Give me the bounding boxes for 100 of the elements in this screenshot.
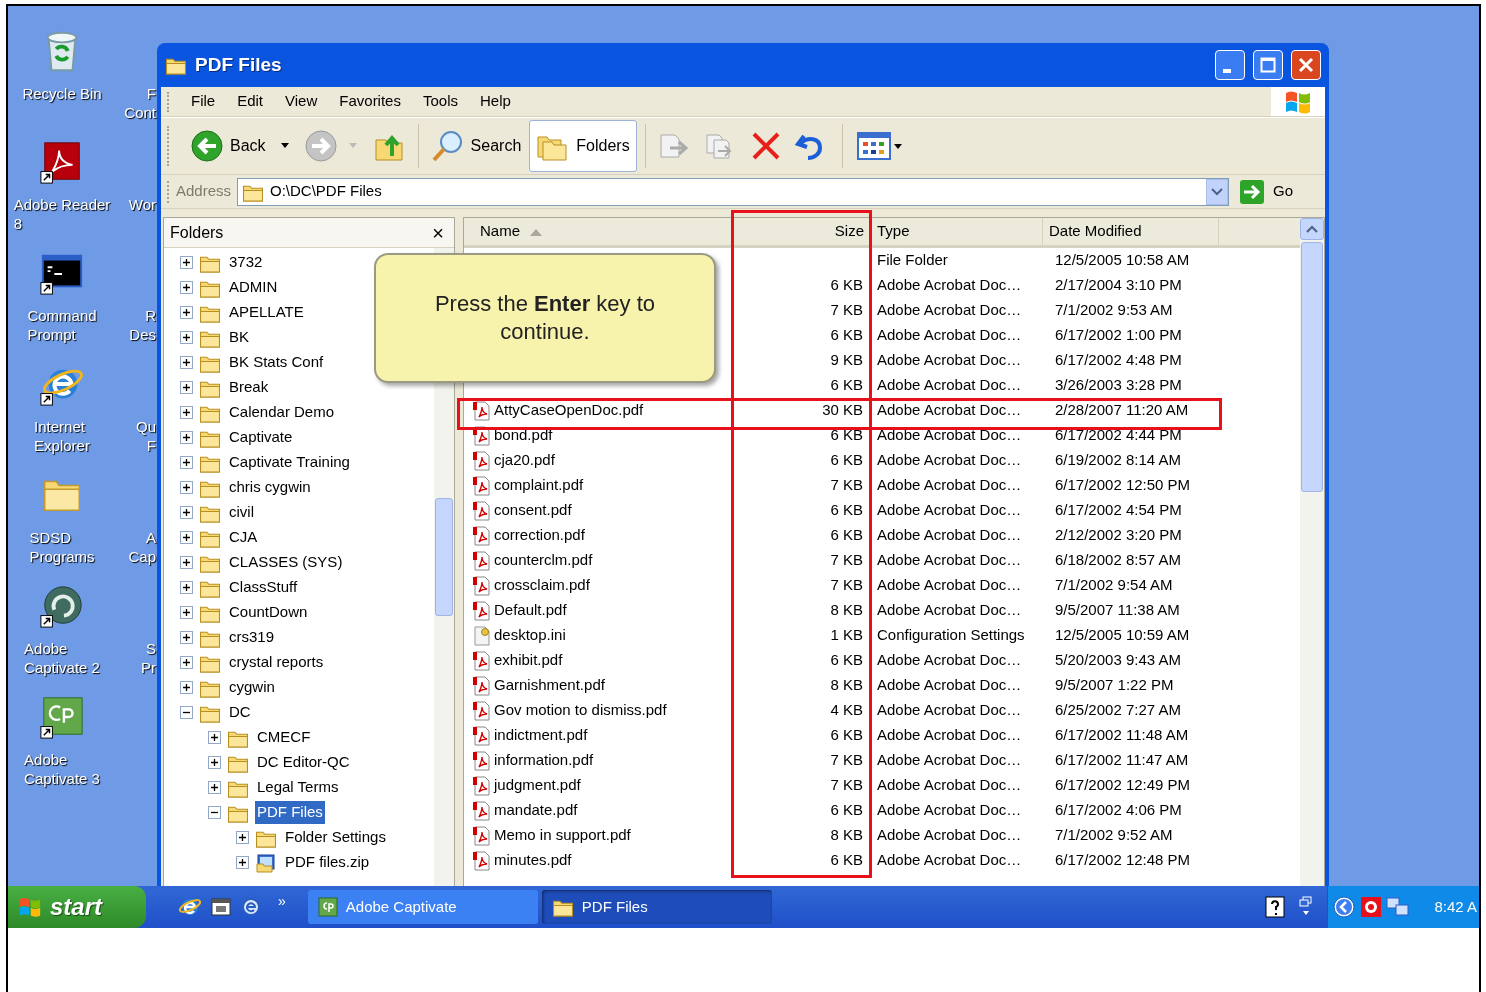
file-name[interactable]: Default.pdf xyxy=(494,599,567,622)
file-name[interactable]: AttyCaseOpenDoc.pdf xyxy=(494,399,644,422)
expand-icon[interactable] xyxy=(208,781,221,794)
file-name[interactable]: Memo in support.pdf xyxy=(494,824,631,847)
tree-item[interactable]: Calendar Demo xyxy=(227,401,337,424)
tree-item[interactable]: CMECF xyxy=(255,726,313,749)
file-name[interactable]: counterclm.pdf xyxy=(494,549,593,572)
expand-icon[interactable] xyxy=(180,456,193,469)
file-name[interactable]: mandate.pdf xyxy=(494,799,578,822)
menu-item[interactable]: View xyxy=(274,90,329,113)
file-name[interactable]: cja20.pdf xyxy=(494,449,555,472)
expand-icon[interactable] xyxy=(180,531,193,544)
close-pane-button[interactable]: × xyxy=(432,222,444,243)
expand-icon[interactable] xyxy=(180,306,193,319)
expand-icon[interactable] xyxy=(180,431,193,444)
tree-item[interactable]: cygwin xyxy=(227,676,277,699)
menu-item[interactable]: File xyxy=(180,90,227,113)
expand-icon[interactable] xyxy=(180,506,193,519)
swirl-icon[interactable] xyxy=(39,583,85,629)
help-icon[interactable] xyxy=(1265,896,1286,918)
network-icon[interactable] xyxy=(1386,896,1411,918)
tree-item[interactable]: crystal reports xyxy=(227,651,326,674)
quick-launch-button[interactable] xyxy=(210,896,232,918)
menu-item[interactable]: Tools xyxy=(411,90,469,113)
start-button[interactable]: start xyxy=(8,886,146,928)
scrollbar-thumb[interactable] xyxy=(435,498,453,616)
cp-icon[interactable] xyxy=(39,694,85,740)
address-field[interactable]: O:\DC\PDF Files xyxy=(237,177,1229,206)
column-header[interactable]: Date Modified xyxy=(1043,218,1219,245)
taskbar-button[interactable]: PDF Files xyxy=(541,890,772,924)
expand-icon[interactable] xyxy=(180,631,193,644)
tree-item[interactable]: CJA xyxy=(227,526,260,549)
folders-button[interactable]: Folders xyxy=(529,120,637,172)
file-name[interactable]: bond.pdf xyxy=(494,424,553,447)
tree-item[interactable]: APELLATE xyxy=(227,301,306,324)
close-button[interactable] xyxy=(1291,50,1321,80)
expand-icon[interactable] xyxy=(180,481,193,494)
column-header[interactable]: Name xyxy=(464,218,732,245)
back-button[interactable]: Back xyxy=(188,124,292,168)
more-button[interactable]: » xyxy=(278,890,286,912)
record-icon[interactable] xyxy=(1360,896,1383,918)
file-name[interactable]: Garnishment.pdf xyxy=(494,674,605,697)
expand-icon[interactable] xyxy=(180,331,193,344)
file-name[interactable]: judgment.pdf xyxy=(494,774,581,797)
expand-icon[interactable] xyxy=(208,731,221,744)
go-button[interactable]: Go xyxy=(1237,178,1319,205)
expand-icon[interactable] xyxy=(180,581,193,594)
expand-icon[interactable] xyxy=(180,406,193,419)
menu-item[interactable]: Favorites xyxy=(328,90,412,113)
file-name[interactable]: complaint.pdf xyxy=(494,474,584,497)
tree-item[interactable]: PDF files.zip xyxy=(283,851,372,874)
tree-item[interactable]: Captivate xyxy=(227,426,295,449)
collapse-icon[interactable] xyxy=(208,806,221,819)
file-name[interactable]: exhibit.pdf xyxy=(494,649,563,672)
expand-icon[interactable] xyxy=(180,606,193,619)
maximize-button[interactable] xyxy=(1253,50,1283,80)
scrollbar[interactable] xyxy=(1300,218,1324,886)
tree-item[interactable]: Legal Terms xyxy=(255,776,341,799)
taskbar-button[interactable]: Adobe Captivate xyxy=(307,890,538,924)
tree-item[interactable]: Folder Settings xyxy=(283,826,388,849)
column-header[interactable]: Type xyxy=(871,218,1043,245)
tree-item[interactable]: BK xyxy=(227,326,251,349)
tree-item[interactable]: Break xyxy=(227,376,271,399)
expand-icon[interactable] xyxy=(208,756,221,769)
scrollbar-thumb[interactable] xyxy=(1301,242,1323,492)
chevron-left-icon[interactable] xyxy=(1332,895,1357,919)
tree-item[interactable]: ADMIN xyxy=(227,276,280,299)
expand-icon[interactable] xyxy=(236,856,249,869)
dropdown-button[interactable] xyxy=(1206,178,1228,205)
tree-item[interactable]: CLASSES (SYS) xyxy=(227,551,345,574)
tree-item[interactable]: civil xyxy=(227,501,256,524)
expand-icon[interactable] xyxy=(236,831,249,844)
file-name[interactable]: consent.pdf xyxy=(494,499,572,522)
tree-item[interactable]: DC Editor-QC xyxy=(255,751,352,774)
tree-item[interactable]: 3732 xyxy=(227,251,265,274)
file-name[interactable]: crossclaim.pdf xyxy=(494,574,590,597)
expand-icon[interactable] xyxy=(180,681,193,694)
expand-icon[interactable] xyxy=(180,556,193,569)
file-name[interactable]: Gov motion to dismiss.pdf xyxy=(494,699,667,722)
file-name[interactable]: correction.pdf xyxy=(494,524,585,547)
tree-item[interactable]: chris cygwin xyxy=(227,476,313,499)
scroll-up-button[interactable] xyxy=(1300,218,1324,240)
tree-item[interactable]: BK Stats Conf xyxy=(227,351,326,374)
tree-item[interactable]: Captivate Training xyxy=(227,451,352,474)
expand-icon[interactable] xyxy=(180,656,193,669)
collapse-icon[interactable] xyxy=(180,706,193,719)
menu-item[interactable]: Help xyxy=(469,90,522,113)
file-name[interactable]: indictment.pdf xyxy=(494,724,588,747)
expand-icon[interactable] xyxy=(180,281,193,294)
tree-item[interactable]: crs319 xyxy=(227,626,277,649)
expand-icon[interactable] xyxy=(180,256,193,269)
file-name[interactable]: desktop.ini xyxy=(494,624,566,647)
file-name[interactable]: minutes.pdf xyxy=(494,849,572,872)
file-name[interactable]: information.pdf xyxy=(494,749,594,772)
tree-item[interactable]: PDF Files xyxy=(255,801,325,824)
tree-item[interactable]: ClassStuff xyxy=(227,576,300,599)
search-button[interactable]: Search xyxy=(426,124,526,168)
tree-item[interactable]: DC xyxy=(227,701,253,724)
tree-item[interactable]: CountDown xyxy=(227,601,310,624)
menu-item[interactable]: Edit xyxy=(226,90,275,113)
